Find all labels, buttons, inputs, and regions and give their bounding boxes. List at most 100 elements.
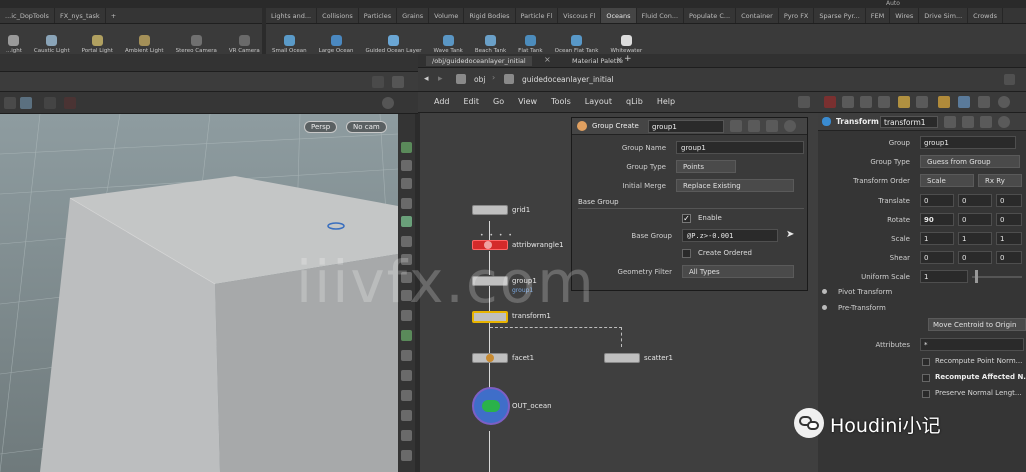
display-icon[interactable] [372,76,384,88]
shelf-tab[interactable]: Sparse Pyr... [814,8,866,23]
snap-icon[interactable] [20,97,32,109]
shelf-tab[interactable]: FEM [866,8,891,23]
group-type-menu[interactable]: Guess from Group [920,155,1020,168]
shelf-tab[interactable]: Crowds [968,8,1004,23]
shelf-tool[interactable]: Ocean Flat Tank [555,35,598,54]
shelf-tab-add[interactable]: + [106,8,121,23]
h-icon[interactable] [748,120,760,132]
gear-icon[interactable] [944,116,956,128]
shelf-tab[interactable]: Volume [429,8,465,23]
shear-y[interactable]: 0 [958,251,992,264]
initial-merge-menu[interactable]: Replace Existing [676,179,794,192]
shelf-tab[interactable]: Grains [397,8,430,23]
gear-icon[interactable] [730,120,742,132]
shelf-tab[interactable]: Rigid Bodies [464,8,516,23]
grid-icon[interactable] [842,96,854,108]
path-tab[interactable]: /obj/guidedoceanlayer_initial [426,56,532,66]
group-name-field[interactable]: group1 [676,141,804,154]
tab-close-icon[interactable]: × [544,55,551,64]
shelf-tool[interactable]: Large Ocean [319,35,353,54]
shelf-tool[interactable]: ...ight [6,35,22,54]
light-toggle-icon[interactable] [401,198,412,209]
translate-x[interactable]: 0 [920,194,954,207]
path-node[interactable]: guidedoceanlayer_initial [522,75,614,84]
xray-icon[interactable] [401,350,412,361]
node-name-field[interactable]: group1 [648,120,724,133]
shelf-tool[interactable]: Wave Tank [434,35,463,54]
node-grid[interactable] [472,205,508,215]
enable-checkbox[interactable]: ✓ [682,214,691,223]
net-icon[interactable] [958,96,970,108]
path-context[interactable]: obj [474,75,485,84]
menu-view[interactable]: View [518,97,537,106]
back-icon[interactable]: ◂ [424,74,429,84]
info-icon[interactable] [784,120,796,132]
group-field[interactable]: group1 [920,136,1016,149]
scale-y[interactable]: 1 [958,232,992,245]
search-icon[interactable] [766,120,778,132]
shelf-tab[interactable]: ...ic_DopTools [0,8,55,23]
shelf-tab[interactable]: Viscous Fl [558,8,602,23]
shelf-tab[interactable]: Particles [359,8,398,23]
uniform-scale-field[interactable]: 1 [920,270,968,283]
shelf-tab[interactable]: Fluid Con... [637,8,685,23]
move-centroid-button[interactable]: Move Centroid to Origin [928,318,1026,331]
tab-close-icon[interactable]: × [616,55,623,64]
shelf-tool[interactable]: Portal Light [82,35,113,54]
visualize-icon[interactable] [401,450,412,461]
geometry-filter-menu[interactable]: All Types [682,265,794,278]
menu-tools[interactable]: Tools [551,97,571,106]
pre-transform-folder[interactable]: Pre-Transform [838,304,886,312]
shelf-tab-oceans[interactable]: Oceans [601,8,637,23]
shelf-tab[interactable]: Particle Fl [516,8,559,23]
pin-icon[interactable] [401,236,412,247]
scene-icon[interactable] [401,160,412,171]
translate-y[interactable]: 0 [958,194,992,207]
preserve-normal-checkbox[interactable] [922,390,930,398]
folder-icon[interactable] [898,96,910,108]
color-icon[interactable] [824,96,836,108]
uniform-scale-slider[interactable] [972,276,1022,278]
persp-menu[interactable]: Persp [304,121,338,133]
shelf-tool[interactable]: Ambient Light [125,35,164,54]
shelf-tab[interactable]: Drive Sim... [919,8,969,23]
add-tab-icon[interactable]: + [624,54,632,64]
shelf-tool[interactable]: VR Camera [229,35,260,54]
shelf-tab[interactable]: Container [736,8,779,23]
list-icon[interactable] [916,96,928,108]
shelf-tab[interactable]: Populate C... [684,8,737,23]
display-option-icon[interactable] [401,142,412,153]
wrench-icon[interactable] [798,96,810,108]
h-icon[interactable] [962,116,974,128]
shelf-tab[interactable]: Lights and... [266,8,318,23]
handle-icon[interactable] [401,410,412,421]
recompute-normals-checkbox[interactable] [922,358,930,366]
shelf-tool[interactable]: Whitewater [610,35,642,54]
shelf-tab[interactable]: FX_nys_task [55,8,106,23]
shelf-tool[interactable]: Flat Tank [518,35,543,54]
recompute-affected-checkbox[interactable] [922,374,930,382]
search-icon[interactable] [980,116,992,128]
base-group-field[interactable]: @P.z>-0.001 [682,229,778,242]
shelf-tab[interactable]: Collisions [317,8,359,23]
snap-grid-icon[interactable] [401,370,412,381]
rotate-order-menu[interactable]: Rx Ry [978,174,1022,187]
layout-icon[interactable] [860,96,872,108]
forward-icon[interactable]: ▸ [438,74,443,84]
create-ordered-checkbox[interactable] [682,249,691,258]
mirror-icon[interactable] [401,430,412,441]
scale-z[interactable]: 1 [996,232,1022,245]
shelf-tool[interactable]: Guided Ocean Layer [365,35,422,54]
attributes-field[interactable]: * [920,338,1024,351]
arrow-icon[interactable] [401,390,412,401]
menu-qlib[interactable]: qLib [626,97,643,106]
transform-order-menu[interactable]: Scale [920,174,974,187]
note-icon[interactable] [938,96,950,108]
view-icon[interactable] [4,97,16,109]
shelf-tab[interactable]: Wires [890,8,920,23]
scale-x[interactable]: 1 [920,232,954,245]
node-scatter[interactable] [604,353,640,363]
group-type-menu[interactable]: Points [676,160,736,173]
shading-icon[interactable] [401,216,412,227]
record-icon[interactable] [64,97,76,109]
